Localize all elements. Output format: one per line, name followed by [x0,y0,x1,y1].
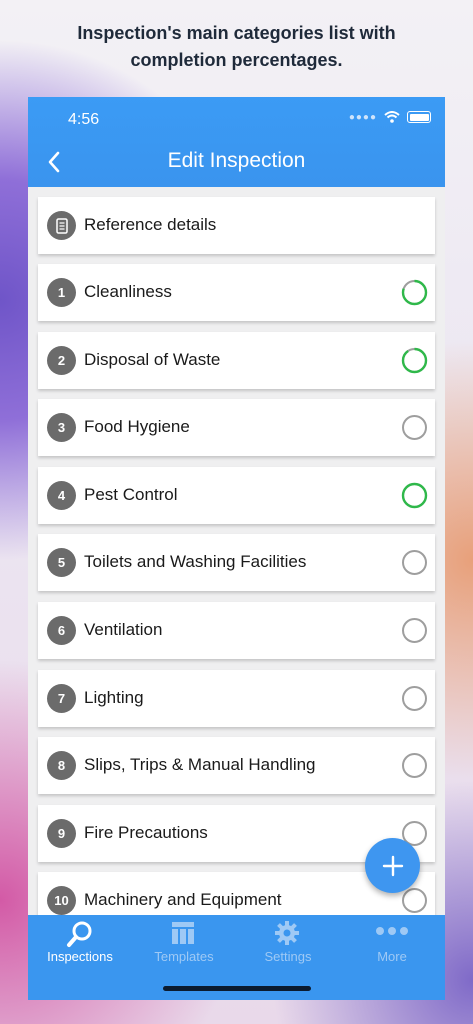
tab-more[interactable]: More [340,915,444,975]
category-label: Ventilation [84,620,163,639]
screenshot-caption: Inspection's main categories list with c… [77,23,396,70]
completion-ring-icon [402,753,427,779]
completion-ring-icon [402,888,427,914]
category-label: Lighting [84,687,144,707]
templates-icon [172,922,194,944]
category-label: Pest Control [84,484,178,504]
category-row[interactable]: 6 Ventilation [38,602,435,659]
phone-screen: 4:56 ●●●● Edit Inspection Reference deta… [28,97,445,1000]
category-row[interactable]: 7 Lighting [38,669,435,727]
tab-label: More [377,949,407,964]
completion-ring-icon [401,482,428,508]
category-number-badge: 8 [47,751,76,781]
category-label: Disposal of Waste [84,349,221,369]
more-dots-icon [376,927,408,935]
status-icons: ●●●● [349,111,431,123]
tab-bar: Inspections Templates Settings More [28,915,445,1000]
category-label: Fire Precautions [84,822,208,842]
category-number-badge: 4 [47,480,76,510]
completion-arc [401,482,428,508]
wifi-icon [384,111,400,123]
category-row[interactable]: 8 Slips, Trips & Manual Handling [38,737,435,795]
category-row[interactable]: 4 Pest Control [38,466,435,524]
status-time: 4:56 [68,111,100,128]
category-label: Cleanliness [84,282,172,301]
category-row[interactable]: 5 Toilets and Washing Facilities [38,534,435,592]
category-number-badge: 10 [47,886,76,915]
reference-details-label: Reference details [84,215,217,234]
gear-icon [275,921,299,945]
tab-templates[interactable]: Templates [132,915,236,975]
document-icon [47,211,76,240]
category-label: Machinery and Equipment [84,890,282,910]
category-number-badge: 3 [47,413,76,443]
reference-details-row[interactable]: Reference details [38,197,435,254]
category-number-badge: 5 [47,548,76,578]
tab-label: Inspections [47,949,113,964]
completion-ring-icon [402,685,427,711]
category-row[interactable]: 3 Food Hygiene [38,399,435,457]
category-number-badge: 9 [47,818,76,848]
completion-ring-icon [401,347,428,373]
page-title: Edit Inspection [167,149,306,172]
category-label: Slips, Trips & Manual Handling [84,755,316,775]
plus-icon [382,855,403,876]
category-row[interactable]: 1 Cleanliness [38,264,435,321]
category-list[interactable]: Reference details 1 Cleanliness 2 Disposal … [28,187,445,915]
search-icon [67,921,92,947]
tab-inspections[interactable]: Inspections [28,915,132,975]
category-number-badge: 1 [47,278,76,307]
nav-header: 4:56 ●●●● Edit Inspection [28,97,445,187]
category-row[interactable]: 2 Disposal of Waste [38,331,435,389]
completion-ring-icon [401,279,428,306]
category-number-badge: 6 [47,616,76,645]
add-button[interactable] [365,838,420,893]
battery-icon [407,111,431,123]
tab-settings[interactable]: Settings [236,915,340,975]
category-number-badge: 7 [47,683,76,713]
home-indicator [163,986,311,991]
completion-ring-icon [402,618,427,643]
category-label: Toilets and Washing Facilities [84,552,307,572]
completion-arc [401,347,428,373]
completion-ring-icon [402,550,427,576]
tab-label: Templates [154,949,214,964]
completion-ring-icon [402,415,427,441]
category-label: Food Hygiene [84,417,190,437]
signal-icon: ●●●● [348,111,377,123]
tab-label: Settings [264,949,312,964]
category-number-badge: 2 [47,345,76,375]
